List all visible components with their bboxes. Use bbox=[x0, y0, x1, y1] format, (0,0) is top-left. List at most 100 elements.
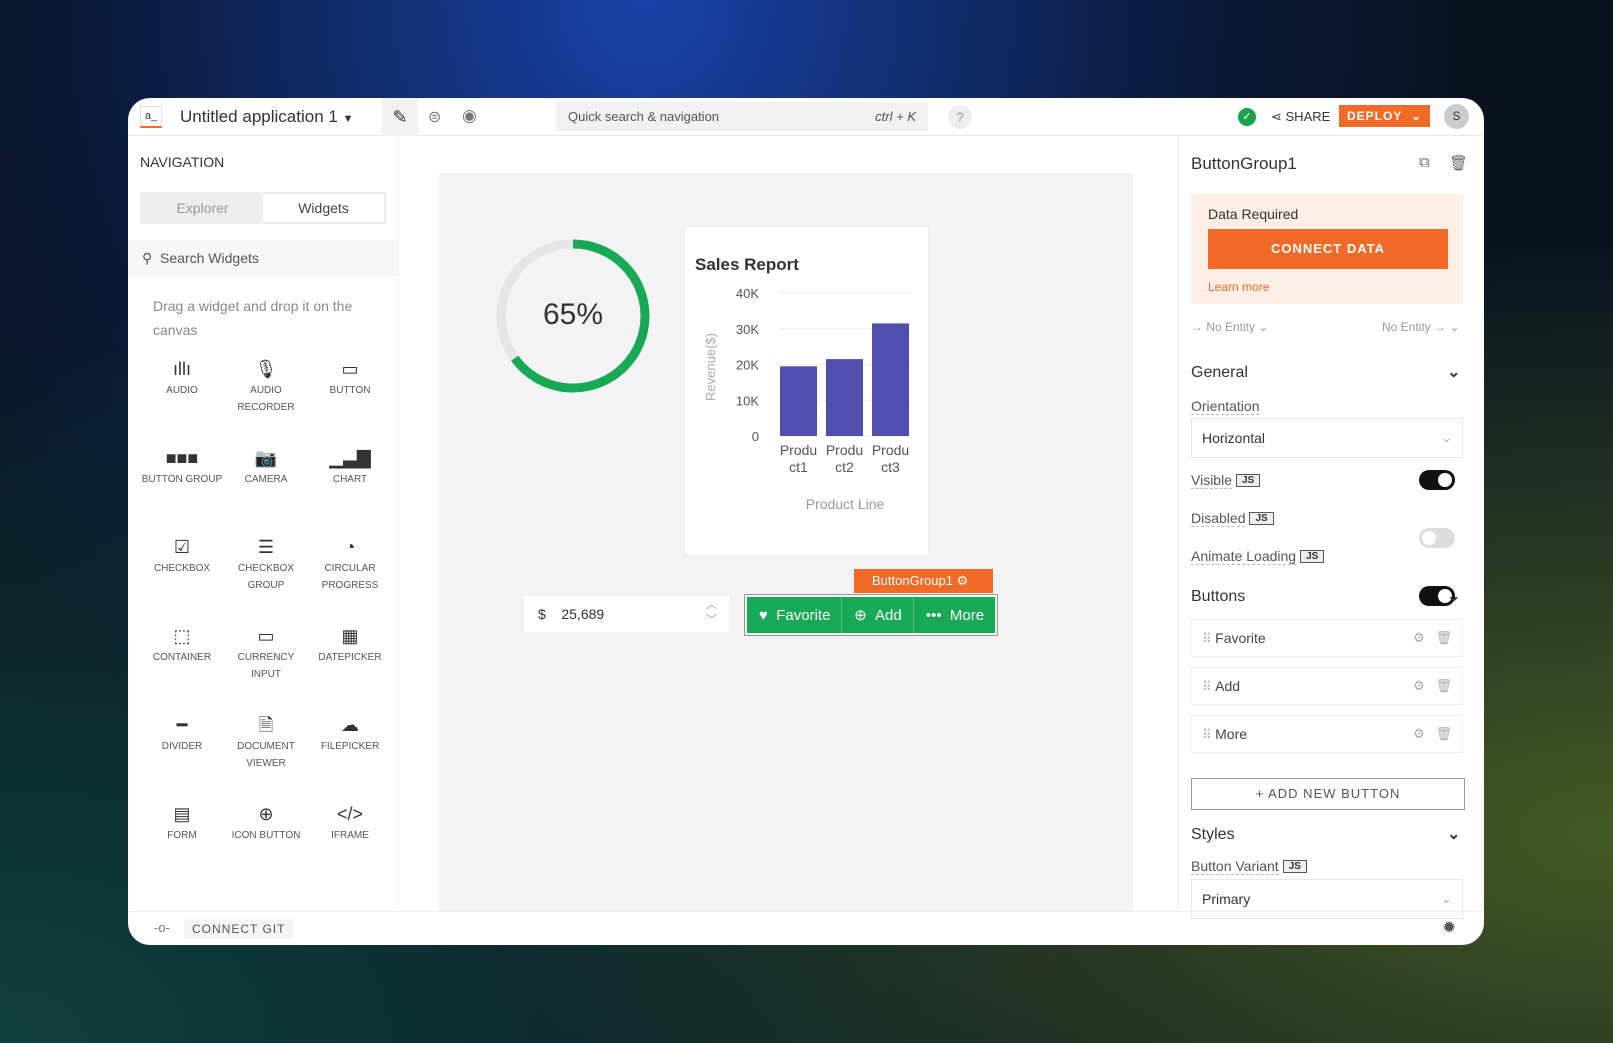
widget-document-viewer[interactable]: 🗎 DOCUMENT VIEWER bbox=[224, 712, 308, 775]
widget-datepicker[interactable]: ▦ DATEPICKER bbox=[308, 623, 392, 686]
search-widgets-input[interactable]: ⚲ Search Widgets bbox=[128, 240, 399, 276]
js-toggle[interactable]: JS bbox=[1282, 860, 1307, 873]
preview-eye-icon[interactable]: ◉ bbox=[462, 106, 477, 126]
disabled-row: Disabled JS bbox=[1191, 510, 1274, 528]
connect-data-button[interactable]: CONNECT DATA bbox=[1208, 229, 1448, 269]
chevron-down-icon[interactable]: ⌄ bbox=[1447, 824, 1460, 844]
disabled-toggle[interactable] bbox=[1419, 528, 1455, 548]
widget-iframe[interactable]: </> IFRAME bbox=[308, 801, 392, 864]
visible-toggle[interactable] bbox=[1419, 470, 1455, 490]
styles-section[interactable]: Styles bbox=[1191, 826, 1235, 844]
widget-checkbox[interactable]: ☑ CHECKBOX bbox=[140, 534, 224, 597]
widget-audio-recorder[interactable]: 🎙 AUDIO RECORDER bbox=[224, 356, 308, 419]
calendar-icon: ▦ bbox=[341, 626, 359, 646]
tab-widgets[interactable]: Widgets bbox=[263, 194, 384, 222]
trash-icon[interactable]: 🗑 bbox=[1449, 154, 1468, 172]
help-icon[interactable]: ? bbox=[948, 105, 972, 129]
deploy-button[interactable]: DEPLOY ⌄ bbox=[1339, 105, 1430, 127]
widget-filepicker[interactable]: ☁ FILEPICKER bbox=[308, 712, 392, 775]
button-item-favorite[interactable]: ⠿ Favorite ⚙ 🗑 bbox=[1191, 619, 1463, 657]
js-toggle[interactable]: JS bbox=[1236, 474, 1261, 487]
stepper-arrows-icon[interactable]: ︿ ﹀ bbox=[706, 598, 717, 628]
drag-handle-icon[interactable]: ⠿ bbox=[1202, 679, 1215, 694]
settings-icon: ⚙ bbox=[956, 573, 969, 588]
app-title-dropdown[interactable]: Untitled application 1 ▼ bbox=[180, 107, 353, 127]
cloud-upload-icon: ☁ bbox=[341, 715, 359, 735]
property-pane: ButtonGroup1 ⧉ 🗑 Data Required CONNECT D… bbox=[1178, 136, 1484, 919]
trash-icon[interactable]: 🗑 bbox=[1435, 630, 1452, 645]
share-button[interactable]: ⋖ SHARE bbox=[1271, 109, 1330, 125]
add-new-button[interactable]: + ADD NEW BUTTON bbox=[1191, 778, 1465, 810]
bar-product2 bbox=[826, 359, 863, 436]
camera-icon: 📷 bbox=[254, 448, 278, 468]
top-bar: a_ Untitled application 1 ▼ ✎ ⊜ ◉ Quick … bbox=[128, 98, 1484, 136]
button-variant-row: Button Variant JS bbox=[1191, 858, 1307, 876]
learn-more-link[interactable]: Learn more bbox=[1208, 280, 1269, 294]
widget-name-tag[interactable]: ButtonGroup1 ⚙ bbox=[854, 569, 993, 593]
tab-explorer[interactable]: Explorer bbox=[142, 194, 263, 222]
gear-icon[interactable]: ⚙ bbox=[1413, 630, 1425, 645]
orientation-select[interactable]: Horizontal ⌄ bbox=[1191, 418, 1463, 458]
chevron-down-icon[interactable]: ⌄ bbox=[1447, 362, 1460, 382]
incoming-entity[interactable]: → No Entity ⌄ bbox=[1191, 320, 1268, 334]
trash-icon[interactable]: 🗑 bbox=[1435, 678, 1452, 693]
widget-checkbox-group[interactable]: ☰ CHECKBOX GROUP bbox=[224, 534, 308, 597]
widget-title[interactable]: ButtonGroup1 bbox=[1191, 154, 1297, 174]
add-button[interactable]: ⊕ Add bbox=[842, 597, 914, 633]
drag-handle-icon[interactable]: ⠿ bbox=[1202, 631, 1215, 646]
widget-audio[interactable]: ıllı AUDIO bbox=[140, 356, 224, 419]
copy-icon[interactable]: ⧉ bbox=[1419, 154, 1430, 171]
gear-icon[interactable]: ⚙ bbox=[1413, 678, 1425, 693]
widget-divider[interactable]: ━ DIVIDER bbox=[140, 712, 224, 775]
outgoing-entity[interactable]: No Entity → ⌄ bbox=[1382, 320, 1459, 334]
widget-currency-input[interactable]: ▭ CURRENCY INPUT bbox=[224, 623, 308, 686]
saved-check-icon: ✓ bbox=[1238, 108, 1256, 126]
gear-icon[interactable]: ⚙ bbox=[1413, 726, 1425, 741]
widget-icon-button[interactable]: ⊕ ICON BUTTON bbox=[224, 801, 308, 864]
widget-camera[interactable]: 📷 CAMERA bbox=[224, 445, 308, 508]
bar-chart: 40K30K20K10K0Product1Product2Product3Pro… bbox=[703, 286, 913, 512]
widget-label: AUDIO RECORDER bbox=[237, 385, 295, 413]
buttons-section[interactable]: Buttons bbox=[1191, 588, 1245, 606]
bar-product3 bbox=[872, 323, 909, 436]
chevron-down-icon: ⌄ bbox=[1441, 430, 1452, 445]
chevron-down-icon[interactable]: ⌄ bbox=[1447, 586, 1460, 606]
code-icon: </> bbox=[336, 804, 364, 824]
button-item-label: Add bbox=[1215, 678, 1241, 694]
button-group[interactable]: ♥ Favorite ⊕ Add ••• More bbox=[744, 594, 998, 636]
widget-circular-progress[interactable]: ◔ CIRCULAR PROGRESS bbox=[308, 534, 392, 597]
orientation-value: Horizontal bbox=[1202, 430, 1266, 446]
button-item-more[interactable]: ⠿ More ⚙ 🗑 bbox=[1191, 715, 1463, 753]
edit-mode-pencil-icon[interactable]: ✎ bbox=[382, 98, 418, 136]
bug-icon[interactable]: ✹ bbox=[1442, 918, 1456, 938]
favorite-button[interactable]: ♥ Favorite bbox=[747, 597, 843, 633]
x-tick-label: ct1 bbox=[789, 459, 808, 475]
widget-grid: ıllı AUDIO 🎙 AUDIO RECORDER ▭ BUTTON ■■■ BUTTON… bbox=[140, 356, 395, 864]
pdf-icon: 🗎 bbox=[258, 715, 274, 735]
navigation-title: NAVIGATION bbox=[140, 154, 225, 170]
widget-chart[interactable]: ▁▃▇ CHART bbox=[308, 445, 392, 508]
avatar[interactable]: S bbox=[1444, 104, 1469, 129]
chevron-down-icon: ⌄ bbox=[1410, 109, 1422, 123]
more-button[interactable]: ••• More bbox=[914, 597, 995, 633]
button-item-add[interactable]: ⠿ Add ⚙ 🗑 bbox=[1191, 667, 1463, 705]
circular-progress-icon: ◔ bbox=[344, 537, 356, 557]
currency-input[interactable]: $ 25,689 ︿ ﹀ bbox=[524, 596, 729, 632]
trash-icon[interactable]: 🗑 bbox=[1435, 726, 1452, 741]
general-section[interactable]: General bbox=[1191, 364, 1248, 382]
widget-label: BUTTON bbox=[329, 385, 371, 396]
widget-button[interactable]: ▭ BUTTON bbox=[308, 356, 392, 419]
connect-git-button[interactable]: CONNECT GIT bbox=[184, 919, 294, 939]
drag-handle-icon[interactable]: ⠿ bbox=[1202, 727, 1215, 742]
widget-label: FILEPICKER bbox=[320, 741, 380, 752]
widget-form[interactable]: ▤ FORM bbox=[140, 801, 224, 864]
x-axis-label: Product Line bbox=[806, 496, 885, 512]
chart-widget[interactable]: Sales Report 40K 30K 20K 10K 0 Produ ct1 Produ c… bbox=[684, 226, 929, 556]
widget-button-group[interactable]: ■■■ BUTTON GROUP bbox=[140, 445, 224, 508]
widget-container[interactable]: ⬚ CONTAINER bbox=[140, 623, 224, 686]
quick-search-input[interactable]: Quick search & navigation ctrl + K bbox=[556, 102, 928, 131]
js-toggle[interactable]: JS bbox=[1249, 512, 1274, 525]
js-toggle[interactable]: JS bbox=[1300, 550, 1325, 563]
widget-label: IFRAME bbox=[331, 830, 369, 841]
comment-icon[interactable]: ⊜ bbox=[428, 107, 441, 127]
